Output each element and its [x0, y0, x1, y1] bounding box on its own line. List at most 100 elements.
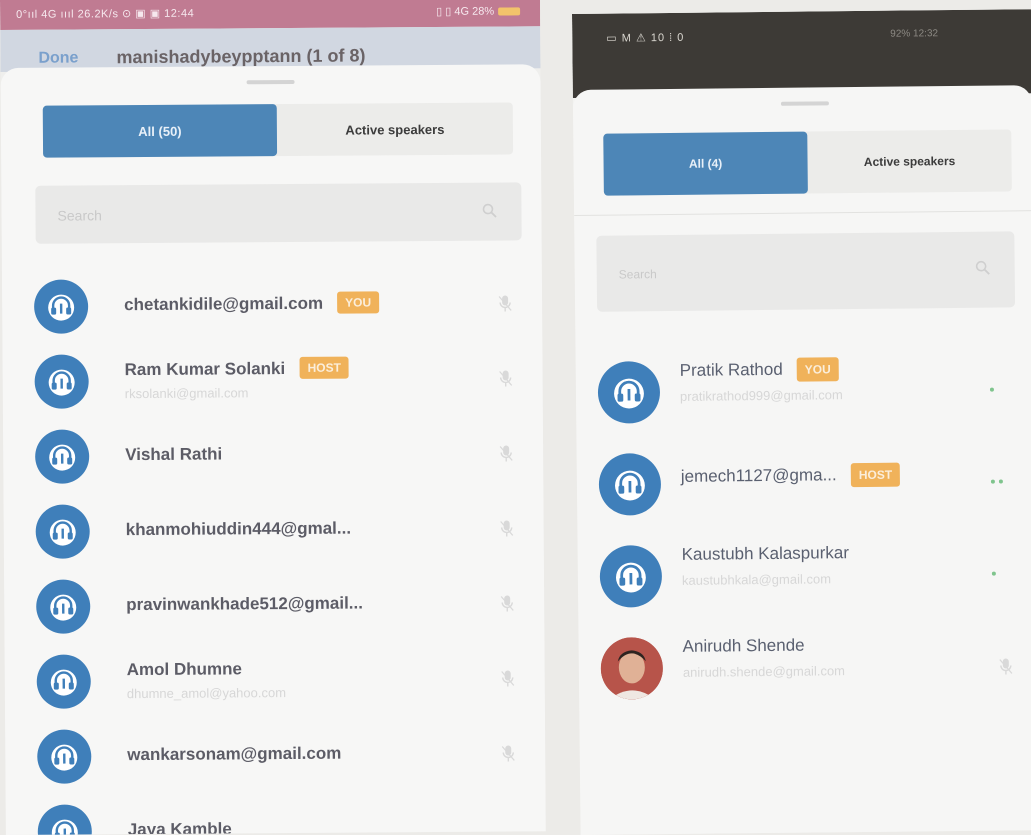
search-placeholder: Search	[57, 207, 102, 224]
avatar-photo	[600, 637, 664, 700]
mic-muted-icon[interactable]	[498, 294, 512, 312]
participant-row[interactable]: jemech1127@gma... HOST	[577, 445, 1031, 536]
participant-row[interactable]: Ram Kumar Solanki rksolanki@gmail.com HOST	[2, 351, 542, 425]
status-right: ▯ ▯ 4G 28%	[436, 4, 521, 18]
avatar	[35, 429, 90, 484]
headset-icon	[50, 594, 77, 621]
status-indicator	[991, 571, 996, 576]
headset-icon	[51, 744, 78, 771]
participant-name: Kaustubh Kalaspurkar	[681, 543, 850, 564]
status-indicator	[989, 387, 994, 392]
participant-name: chetankidile@gmail.com	[124, 293, 324, 315]
status-indicator	[990, 479, 995, 484]
host-badge: HOST	[299, 356, 349, 379]
status-left: ▭ M ⚠ 10 ⁞ 0	[606, 31, 685, 45]
you-badge: YOU	[796, 357, 839, 382]
participant-row[interactable]: Jaya Kamble	[6, 801, 546, 835]
headset-icon	[615, 470, 645, 501]
participant-name: Anirudh Shende	[682, 635, 805, 656]
search-icon	[482, 203, 497, 218]
participant-name: wankarsonam@gmail.com	[127, 743, 342, 765]
avatar	[37, 729, 92, 784]
headset-icon	[49, 444, 76, 471]
participant-email: kaustubhkala@gmail.com	[681, 571, 832, 588]
participants-sheet: All (50) Active speakers Search chetanki…	[0, 64, 546, 835]
avatar	[599, 545, 663, 608]
you-badge: YOU	[337, 291, 380, 314]
avatar	[36, 654, 91, 709]
participant-row[interactable]: khanmohiuddin444@gmal...	[4, 501, 544, 575]
participant-row[interactable]: Amol Dhumne dhumne_amol@yahoo.com	[5, 651, 545, 725]
search-icon	[975, 260, 990, 275]
participant-row[interactable]: wankarsonam@gmail.com	[5, 726, 545, 800]
avatar	[34, 354, 89, 409]
search-input[interactable]: Search	[596, 231, 1016, 312]
mic-muted-icon[interactable]	[500, 519, 514, 537]
participant-email: dhumne_amol@yahoo.com	[126, 685, 287, 702]
divider	[574, 210, 1031, 216]
mic-icon	[500, 520, 514, 537]
avatar	[37, 804, 92, 835]
participant-row[interactable]: pravinwankhade512@gmail...	[4, 576, 544, 650]
participant-name: jemech1127@gma...	[680, 465, 837, 486]
participant-row[interactable]: chetankidile@gmail.com YOU	[2, 276, 542, 350]
battery-icon	[498, 7, 521, 16]
avatar	[597, 361, 661, 424]
mic-icon	[499, 445, 513, 462]
mic-muted-icon[interactable]	[500, 594, 514, 612]
tab-all[interactable]: All (50)	[42, 104, 278, 158]
tab-active-speakers[interactable]: Active speakers	[807, 129, 1012, 193]
participant-row[interactable]: Pratik Rathod pratikrathod999@gmail.com YO…	[576, 353, 1031, 444]
done-button[interactable]: Done	[38, 49, 78, 67]
mic-icon	[999, 658, 1013, 675]
mic-muted-icon[interactable]	[999, 657, 1013, 680]
left-screen: 0°ııl 4G ıııl 26.2K/s ⊙ ▣ ▣ 12:44 ▯ ▯ 4G…	[0, 0, 546, 835]
search-input[interactable]: Search	[35, 182, 522, 244]
participant-tabs: All (4) Active speakers	[603, 129, 1012, 196]
avatar	[598, 453, 662, 516]
participant-email: anirudh.shende@gmail.com	[682, 663, 846, 680]
headset-icon	[51, 819, 78, 835]
participant-name: Vishal Rathi	[125, 444, 223, 465]
participant-email: pratikrathod999@gmail.com	[679, 387, 843, 404]
mic-icon	[499, 370, 513, 387]
avatar	[35, 504, 90, 559]
person-photo-icon	[600, 637, 664, 700]
search-placeholder: Search	[618, 267, 657, 282]
tab-active-speakers[interactable]: Active speakers	[277, 102, 513, 156]
participant-tabs: All (50) Active speakers	[42, 102, 514, 158]
mic-icon	[501, 670, 515, 687]
mic-muted-icon[interactable]	[499, 369, 513, 387]
drag-handle[interactable]	[246, 79, 295, 85]
right-screen: ▭ M ⚠ 10 ⁞ 0 92% 12:32 All (4) Active sp…	[572, 9, 1031, 835]
participant-name: pravinwankhade512@gmail...	[126, 593, 364, 615]
avatar	[33, 279, 89, 334]
status-indicator	[998, 479, 1003, 484]
status-bar: 0°ııl 4G ıııl 26.2K/s ⊙ ▣ ▣ 12:44 ▯ ▯ 4G…	[0, 0, 541, 30]
participant-row[interactable]: Vishal Rathi	[3, 426, 543, 500]
participant-name: Pratik Rathod	[679, 359, 783, 380]
mic-muted-icon[interactable]	[501, 744, 515, 762]
participants-sheet: All (4) Active speakers Search Pratik Ra…	[572, 85, 1031, 835]
mic-icon	[500, 595, 514, 612]
headset-icon	[48, 294, 75, 321]
mic-muted-icon[interactable]	[499, 444, 513, 462]
headset-icon	[614, 378, 644, 409]
mic-muted-icon[interactable]	[501, 669, 515, 687]
headset-icon	[50, 669, 77, 696]
tab-all[interactable]: All (4)	[603, 131, 808, 196]
participant-name: Jaya Kamble	[127, 819, 232, 835]
participant-row[interactable]: Anirudh Shende anirudh.shende@gmail.com	[578, 629, 1031, 720]
headset-icon	[48, 369, 75, 396]
participant-row[interactable]: Kaustubh Kalaspurkar kaustubhkala@gmail.c…	[578, 537, 1031, 628]
avatar	[36, 579, 91, 634]
mic-icon	[501, 745, 515, 762]
headset-icon	[615, 562, 646, 593]
headset-icon	[49, 519, 76, 546]
status-bar: ▭ M ⚠ 10 ⁞ 0 92% 12:32	[572, 9, 1031, 98]
drag-handle[interactable]	[780, 101, 829, 106]
participant-name: Amol Dhumne	[126, 659, 242, 680]
status-right: 92% 12:32	[890, 28, 939, 40]
host-badge: HOST	[850, 462, 901, 488]
status-left: 0°ııl 4G ıııl 26.2K/s ⊙ ▣ ▣ 12:44	[16, 7, 195, 21]
